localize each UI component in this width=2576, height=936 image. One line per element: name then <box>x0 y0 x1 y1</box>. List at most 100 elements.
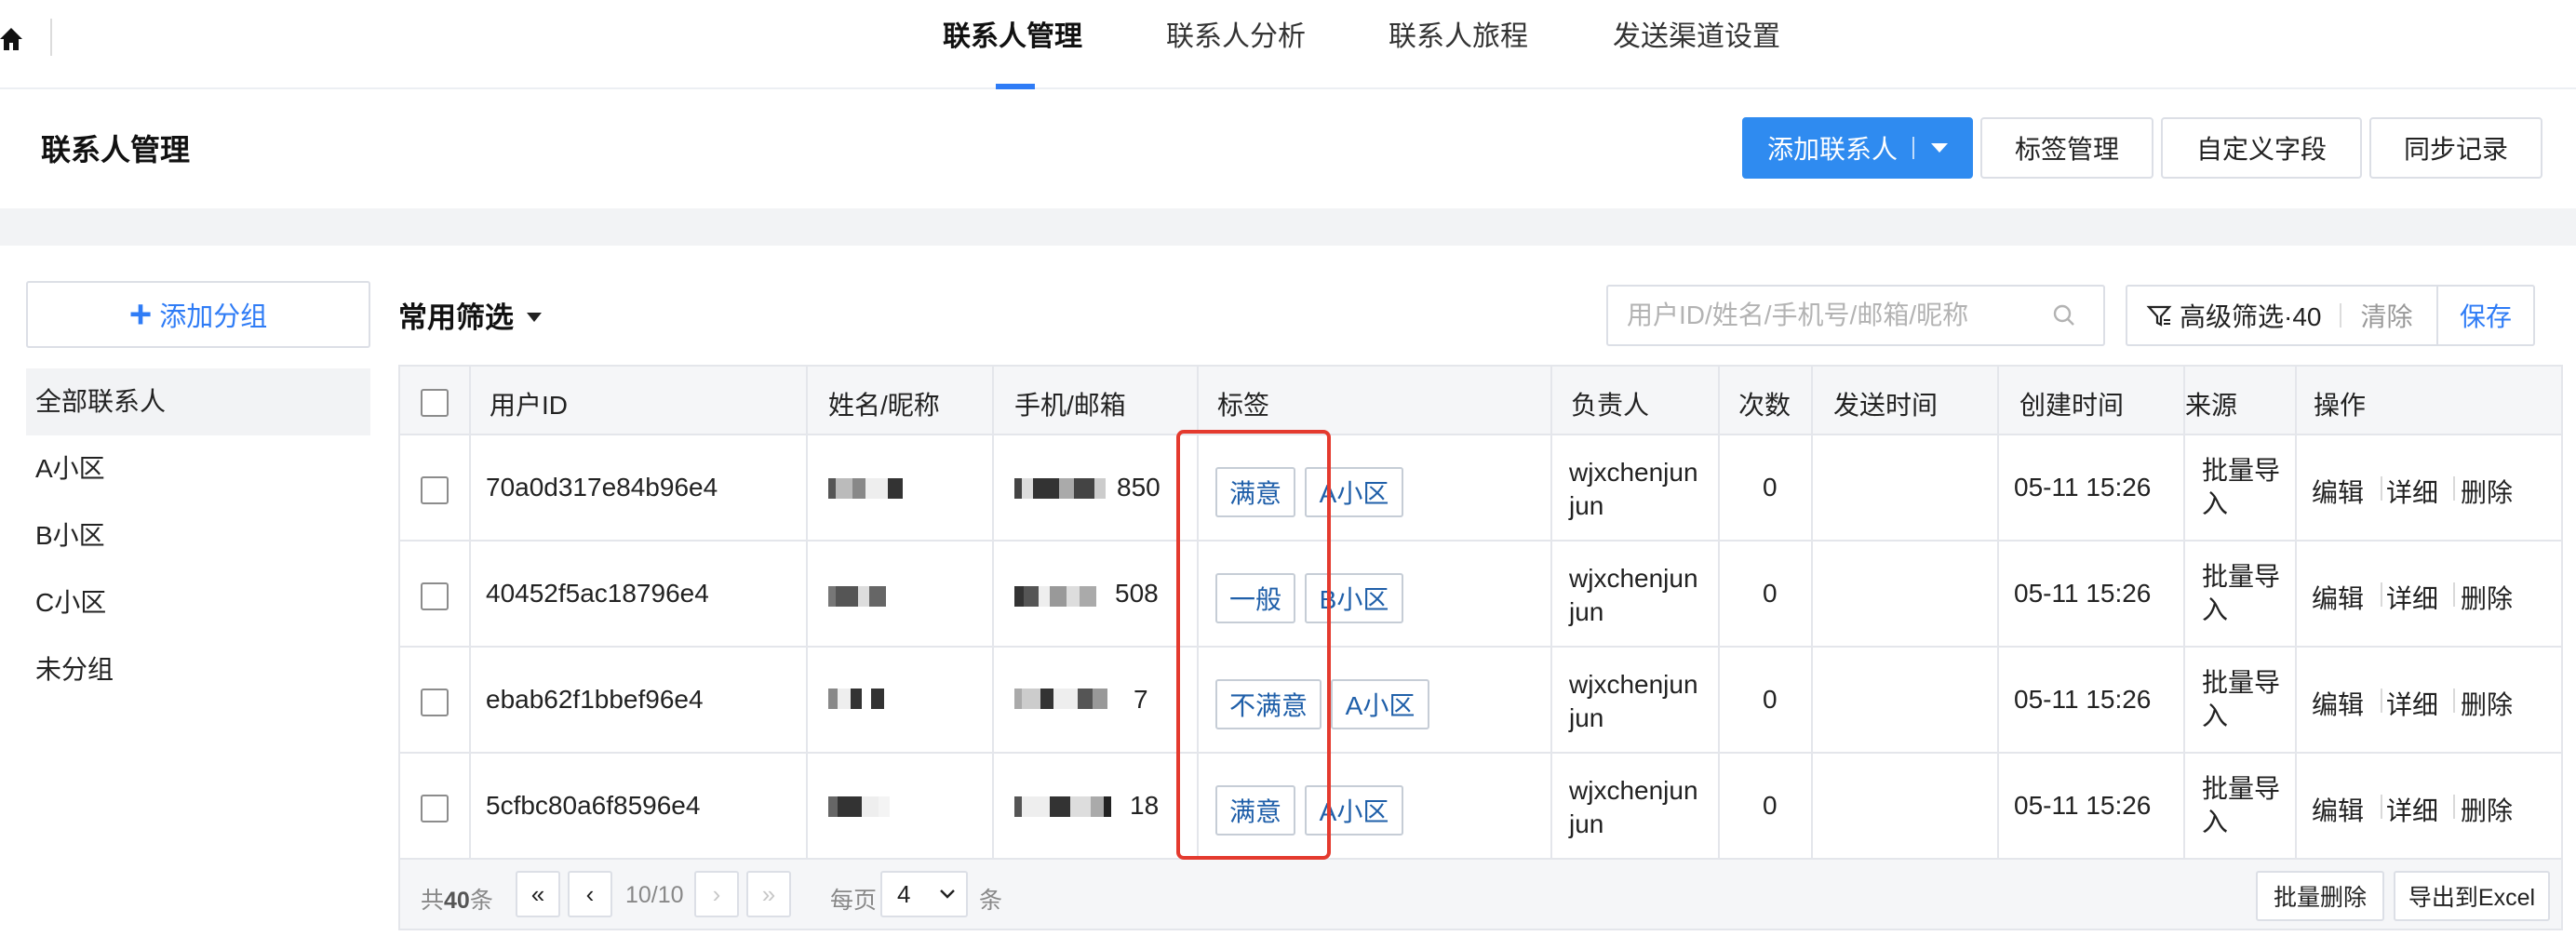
nav-divider <box>50 19 52 56</box>
tag-a-district[interactable]: A小区 <box>1305 467 1403 517</box>
sidebar-item-c-district[interactable]: C小区 <box>26 569 370 636</box>
home-icon[interactable] <box>0 22 22 56</box>
section-divider <box>0 208 2576 246</box>
tag-a-district[interactable]: A小区 <box>1305 785 1403 836</box>
delete-link[interactable]: 删除 <box>2461 685 2513 722</box>
column-header-name: 姓名/昵称 <box>828 391 940 420</box>
table-row: 70a0d317e84b96e4 850 满意 A小区 wjxchenjun ju… <box>400 435 2561 542</box>
detail-link[interactable]: 详细 <box>2386 685 2438 722</box>
masked-phone <box>1014 689 1107 709</box>
page-size-select[interactable]: 4 <box>880 871 968 917</box>
sidebar-item-ungrouped[interactable]: 未分组 <box>26 636 370 703</box>
table-row: ebab62f1bbef96e4 7 不满意 A小区 wjxchenjun jun… <box>400 648 2561 754</box>
filter-icon[interactable] <box>2146 302 2172 328</box>
owner: wjxchenjun jun <box>1569 774 1698 841</box>
search-icon[interactable] <box>2046 297 2083 334</box>
batch-delete-button[interactable]: 批量删除 <box>2256 871 2384 921</box>
column-divider <box>2183 367 2185 860</box>
edit-link[interactable]: 编辑 <box>2312 579 2364 616</box>
tag-satisfied[interactable]: 满意 <box>1215 785 1295 836</box>
tag-a-district[interactable]: A小区 <box>1331 679 1429 729</box>
masked-name <box>828 478 903 499</box>
last-page-button[interactable]: » <box>746 871 791 917</box>
sync-records-button[interactable]: 同步记录 <box>2369 117 2542 179</box>
owner-line-2: jun <box>1569 703 1604 732</box>
search-box[interactable] <box>1606 285 2105 346</box>
advanced-filter-count: 40 <box>2292 302 2322 331</box>
detail-link[interactable]: 详细 <box>2386 579 2438 616</box>
column-divider <box>1718 367 1720 860</box>
tag-neutral[interactable]: 一般 <box>1215 573 1295 623</box>
advanced-filter-button[interactable]: 高级筛选·40 <box>2180 297 2321 334</box>
add-group-button[interactable]: + 添加分组 <box>26 281 370 348</box>
add-contact-button[interactable]: 添加联系人 <box>1742 117 1973 179</box>
row-checkbox[interactable] <box>421 582 449 610</box>
export-excel-button[interactable]: 导出到Excel <box>2394 871 2550 921</box>
source-line-1: 批量导 <box>2202 668 2281 697</box>
owner: wjxchenjun jun <box>1569 456 1698 523</box>
source-line-1: 批量导 <box>2202 774 2281 803</box>
custom-fields-button[interactable]: 自定义字段 <box>2161 117 2362 179</box>
owner-line-1: wjxchenjun <box>1569 670 1698 699</box>
common-filters-dropdown[interactable]: 常用筛选 <box>398 294 542 336</box>
tab-contact-journey[interactable]: 联系人旅程 <box>1389 17 1528 73</box>
edit-link[interactable]: 编辑 <box>2312 685 2364 722</box>
total-prefix: 共 <box>421 888 445 914</box>
tab-contact-analysis[interactable]: 联系人分析 <box>1166 17 1306 73</box>
delete-link[interactable]: 删除 <box>2461 791 2513 828</box>
delete-link[interactable]: 删除 <box>2461 579 2513 616</box>
row-checkbox[interactable] <box>421 795 449 822</box>
source-line-2: 入 <box>2202 702 2229 730</box>
count: 0 <box>1763 473 1778 501</box>
tag-b-district[interactable]: B小区 <box>1305 573 1403 623</box>
next-page-button[interactable]: › <box>694 871 739 917</box>
table-footer: 共40条 « ‹ 10/10 › » 每页 4 条 批量删除 导出到Excel <box>400 860 2561 929</box>
action-separator <box>2381 476 2382 501</box>
clear-filter-button[interactable]: 清除 <box>2360 297 2412 334</box>
owner: wjxchenjun jun <box>1569 668 1698 735</box>
phone-suffix: 7 <box>1134 685 1148 714</box>
row-checkbox[interactable] <box>421 689 449 716</box>
source-line-2: 入 <box>2202 595 2229 624</box>
detail-link[interactable]: 详细 <box>2386 473 2438 510</box>
edit-link[interactable]: 编辑 <box>2312 473 2364 510</box>
sidebar-item-a-district[interactable]: A小区 <box>26 435 370 502</box>
phone-suffix: 18 <box>1130 791 1160 820</box>
phone-suffix: 850 <box>1117 473 1161 501</box>
tag-satisfied[interactable]: 满意 <box>1215 467 1295 517</box>
count: 0 <box>1763 685 1778 714</box>
source: 批量导入 <box>2202 772 2280 839</box>
column-header-source: 来源 <box>2185 391 2238 420</box>
plus-icon: + <box>128 292 153 336</box>
chevron-down-icon <box>940 889 955 899</box>
caret-down-icon[interactable] <box>1931 143 1948 153</box>
sidebar-item-all-contacts[interactable]: 全部联系人 <box>26 368 370 435</box>
user-id: ebab62f1bbef96e4 <box>486 685 704 714</box>
edit-link[interactable]: 编辑 <box>2312 791 2364 828</box>
created-time: 05-11 15:26 <box>2014 473 2152 501</box>
delete-link[interactable]: 删除 <box>2461 473 2513 510</box>
detail-link[interactable]: 详细 <box>2386 791 2438 828</box>
first-page-button[interactable]: « <box>516 871 560 917</box>
column-divider <box>1197 367 1199 860</box>
tag-unsatisfied[interactable]: 不满意 <box>1215 679 1322 729</box>
column-header-created-time: 创建时间 <box>2019 391 2125 420</box>
advanced-filter-bar: 高级筛选·40 清除 保存 <box>2126 285 2535 346</box>
button-separator <box>1912 137 1914 159</box>
tag-management-button[interactable]: 标签管理 <box>1980 117 2153 179</box>
owner-line-1: wjxchenjun <box>1569 776 1698 805</box>
save-filter-button[interactable]: 保存 <box>2436 287 2533 344</box>
column-divider <box>469 367 471 860</box>
sidebar-item-b-district[interactable]: B小区 <box>26 502 370 569</box>
search-input[interactable] <box>1608 301 2046 330</box>
select-all-checkbox[interactable] <box>421 389 449 417</box>
row-checkbox[interactable] <box>421 476 449 504</box>
tab-contact-management[interactable]: 联系人管理 <box>943 17 1082 73</box>
action-separator <box>2453 582 2455 607</box>
page-title: 联系人管理 <box>41 133 191 167</box>
prev-page-button[interactable]: ‹ <box>568 871 612 917</box>
column-header-actions: 操作 <box>2314 391 2367 420</box>
owner-line-2: jun <box>1569 597 1604 626</box>
per-page-label: 每页 <box>830 888 878 914</box>
tab-send-channel-settings[interactable]: 发送渠道设置 <box>1613 17 1780 73</box>
